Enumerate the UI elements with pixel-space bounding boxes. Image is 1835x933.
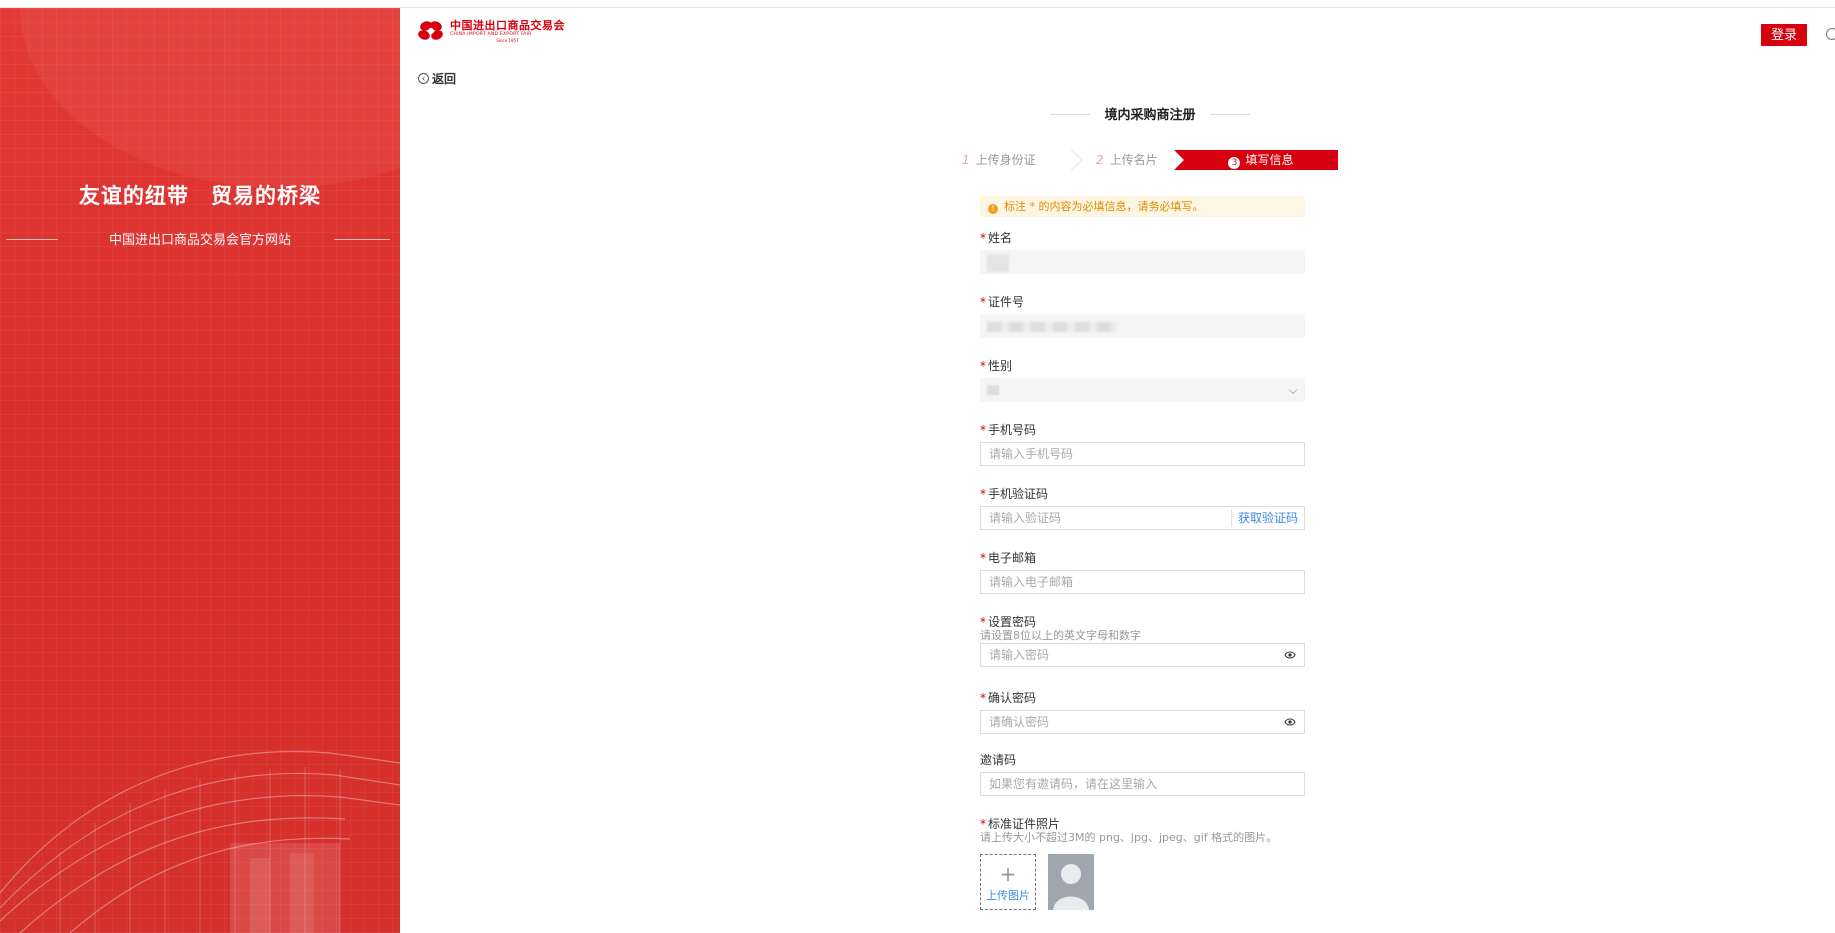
hero-panel: 友谊的纽带 贸易的桥梁 中国进出口商品交易会官方网站: [0, 8, 400, 933]
step-upload-card: 2 上传名片: [1096, 150, 1158, 170]
chevron-down-icon: [1288, 385, 1298, 395]
name-input[interactable]: [980, 250, 1305, 274]
field-label: * 手机验证码: [980, 487, 1049, 501]
back-label: 返回: [432, 72, 457, 86]
field-label: * 性别: [980, 359, 1013, 373]
top-border: [0, 0, 1835, 8]
phone-input[interactable]: 请输入手机号码: [980, 442, 1305, 466]
field-sms-code: * 手机验证码 请输入验证码 获取验证码: [980, 486, 1305, 530]
progress-steps: 1 上传身份证 2 上传名片 3 填写信息: [948, 150, 1338, 170]
field-label: * 设置密码: [980, 615, 1037, 629]
redacted-value: [987, 385, 999, 395]
step-label: 上传身份证: [975, 153, 1036, 167]
field-label: 邀请码: [980, 753, 1017, 767]
required-notice: ! 标注 * 的内容为必填信息，请务必填写。: [980, 196, 1305, 217]
person-silhouette-icon: [1048, 854, 1094, 910]
warning-icon: !: [988, 204, 998, 214]
hero-subtitle-row: 中国进出口商品交易会官方网站: [0, 229, 400, 249]
field-label: * 姓名: [980, 231, 1013, 245]
field-id-number: * 证件号: [980, 294, 1305, 338]
clock-icon[interactable]: [1826, 28, 1835, 40]
expo-building-illustration: [0, 750, 400, 933]
step-label: 上传名片: [1109, 153, 1158, 167]
eye-icon[interactable]: [1284, 717, 1296, 727]
field-label: * 手机号码: [980, 423, 1037, 437]
field-name: * 姓名: [980, 230, 1305, 274]
id-number-input[interactable]: [980, 314, 1305, 338]
hero-slogan: 友谊的纽带 贸易的桥梁: [79, 184, 321, 208]
subtitle-line-right: [334, 239, 390, 240]
field-email: * 电子邮箱 请输入电子邮箱: [980, 550, 1305, 594]
field-label: * 确认密码: [980, 691, 1037, 705]
step-fill-info: 3 填写信息: [1174, 150, 1338, 170]
back-link[interactable]: ‹ 返回: [418, 70, 456, 87]
field-phone: * 手机号码 请输入手机号码: [980, 422, 1305, 466]
field-photo: * 标准证件照片 请上传大小不超过3M的 png、jpg、jpeg、gif 格式的…: [980, 816, 1305, 844]
email-input[interactable]: 请输入电子邮箱: [980, 570, 1305, 594]
field-label: * 标准证件照片: [980, 817, 1061, 831]
logo-english-name: CHINA IMPORT AND EXPORT FAIR: [450, 32, 532, 37]
login-button[interactable]: 登录: [1761, 24, 1807, 46]
field-password: * 设置密码 请设置8位以上的英文字母和数字 请输入密码: [980, 614, 1305, 667]
logo-chinese-name: 中国进出口商品交易会: [450, 19, 565, 32]
field-label: * 证件号: [980, 295, 1025, 309]
step-label: 填写信息: [1245, 153, 1294, 167]
confirm-password-placeholder: 请确认密码: [989, 715, 1050, 729]
field-gender: * 性别: [980, 358, 1305, 402]
upload-label: 上传图片: [986, 889, 1030, 902]
invite-code-input[interactable]: 如果您有邀请码，请在这里输入: [980, 772, 1305, 796]
sms-code-input[interactable]: 请输入验证码 获取验证码: [980, 506, 1305, 530]
password-input[interactable]: 请输入密码: [980, 643, 1305, 667]
step-number: 2: [1096, 153, 1104, 167]
notice-text: 标注 * 的内容为必填信息，请务必填写。: [1004, 200, 1204, 213]
step-upload-id: 1 上传身份证: [962, 150, 1036, 170]
upload-photo-button[interactable]: + 上传图片: [980, 854, 1036, 910]
logo-flower-icon: [418, 21, 443, 40]
plus-icon: +: [999, 862, 1017, 886]
back-arrow-icon: ‹: [418, 73, 429, 84]
password-placeholder: 请输入密码: [989, 648, 1050, 662]
title-line-right: [1210, 114, 1250, 115]
confirm-password-input[interactable]: 请确认密码: [980, 710, 1305, 734]
field-confirm-password: * 确认密码 请确认密码: [980, 690, 1305, 734]
step-chevron-icon: [1070, 150, 1083, 170]
gender-select[interactable]: [980, 378, 1305, 402]
form-title-row: 境内采购商注册: [1050, 104, 1250, 124]
step-number: 1: [962, 153, 970, 167]
redacted-value: [987, 322, 1117, 332]
sample-photo-avatar: [1048, 854, 1094, 910]
redacted-value: [987, 254, 1009, 272]
photo-upload-area: + 上传图片: [980, 854, 1094, 910]
logo-since: Since 1957: [496, 37, 519, 43]
password-hint: 请设置8位以上的英文字母和数字: [980, 629, 1141, 642]
sms-code-placeholder: 请输入验证码: [989, 511, 1062, 525]
get-code-button[interactable]: 获取验证码: [1230, 509, 1304, 527]
photo-hint: 请上传大小不超过3M的 png、jpg、jpeg、gif 格式的图片。: [980, 831, 1278, 844]
field-invite-code: 邀请码 如果您有邀请码，请在这里输入: [980, 752, 1305, 796]
field-label: * 电子邮箱: [980, 551, 1037, 565]
step-number: 3: [1228, 157, 1241, 169]
eye-icon[interactable]: [1284, 650, 1296, 660]
canton-fair-logo[interactable]: 中国进出口商品交易会 CHINA IMPORT AND EXPORT FAIR …: [418, 20, 565, 43]
